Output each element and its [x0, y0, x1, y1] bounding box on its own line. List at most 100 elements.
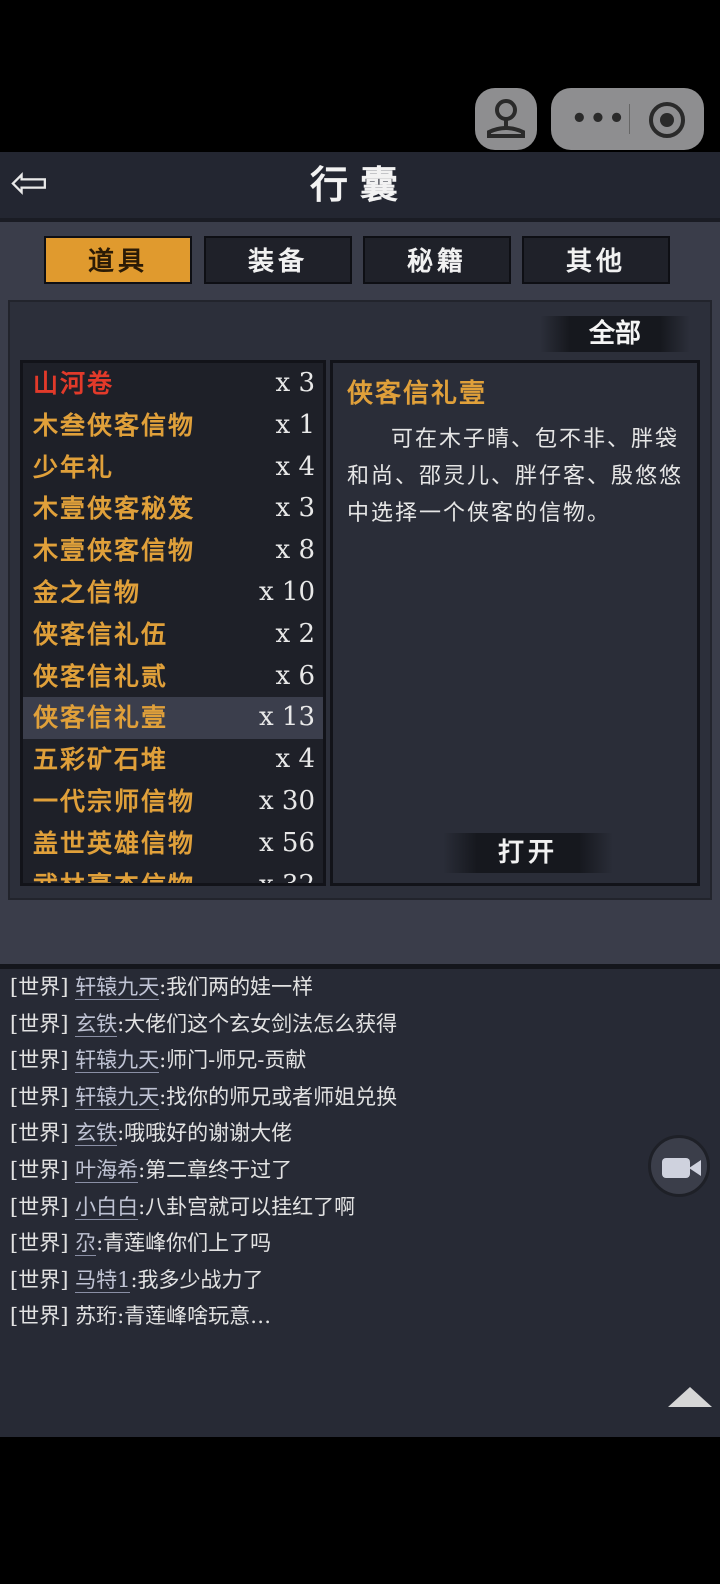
record-icon[interactable] — [649, 102, 685, 138]
tab-equipment[interactable]: 装备 — [204, 236, 352, 284]
chat-text: :青莲峰啥玩意… — [117, 1304, 272, 1329]
item-quantity: x 6 — [275, 660, 315, 691]
list-item[interactable]: 木叁侠客信物 x 1 — [23, 405, 323, 447]
chat-message: [世界] 轩辕九天:找你的师兄或者师姐兑换 — [0, 1079, 720, 1116]
item-name: 盖世英雄信物 — [33, 828, 196, 858]
list-item[interactable]: 武林豪杰信物 x 32 — [23, 865, 323, 886]
item-quantity: x 13 — [258, 702, 315, 733]
item-quantity: x 4 — [275, 744, 315, 775]
chat-channel: [世界] — [10, 1231, 69, 1256]
detail-item-name: 侠客信礼壹 — [347, 379, 488, 409]
item-name: 侠客信礼壹 — [33, 703, 169, 733]
item-quantity: x 1 — [275, 409, 315, 440]
title-bar: ⇦ 行囊 — [0, 152, 720, 222]
item-detail-panel: 侠客信礼壹 可在木子晴、包不非、胖袋和尚、邵灵儿、胖仔客、殷悠悠中选择一个侠客的… — [330, 360, 700, 886]
chat-text: :第二章终于过了 — [138, 1157, 293, 1182]
item-quantity: x 3 — [275, 493, 315, 524]
item-quantity: x 32 — [258, 869, 315, 886]
chat-message: [世界] 玄铁:大佬们这个玄女剑法怎么获得 — [0, 1006, 720, 1043]
chat-sender[interactable]: 尕 — [75, 1231, 97, 1257]
game-joystick-button[interactable] — [475, 88, 537, 150]
list-item[interactable]: 侠客信礼伍 x 2 — [23, 614, 323, 656]
item-name: 木壹侠客秘笈 — [33, 494, 196, 524]
list-item[interactable]: 金之信物 x 10 — [23, 572, 323, 614]
list-item[interactable]: 木壹侠客秘笈 x 3 — [23, 488, 323, 530]
chat-sender[interactable]: 轩辕九天 — [75, 975, 160, 1000]
item-quantity: x 56 — [258, 827, 315, 858]
item-name: 武林豪杰信物 — [33, 870, 196, 886]
open-button[interactable]: 打开 — [443, 833, 613, 873]
chat-message: [世界] 玄铁:哦哦好的谢谢大佬 — [0, 1115, 720, 1152]
list-item[interactable]: 盖世英雄信物 x 56 — [23, 823, 323, 865]
item-name: 山河卷 — [33, 369, 115, 398]
chat-channel: [世界] — [10, 1194, 69, 1219]
detail-description: 可在木子晴、包不非、胖袋和尚、邵灵儿、胖仔客、殷悠悠中选择一个侠客的信物。 — [347, 427, 684, 526]
chat-text: :我多少战力了 — [130, 1267, 264, 1292]
chat-sender[interactable]: 马特1 — [75, 1267, 131, 1293]
list-item[interactable]: 侠客信礼贰 x 6 — [23, 656, 323, 698]
chat-message: [世界] 苏珩:青莲峰啥玩意… — [0, 1298, 720, 1335]
chat-sender[interactable]: 玄铁 — [75, 1121, 118, 1147]
capsule-divider — [629, 104, 630, 134]
item-quantity: x 10 — [258, 576, 315, 607]
page-title: 行囊 — [309, 162, 410, 207]
chat-sender[interactable]: 轩辕九天 — [75, 1084, 160, 1110]
chat-sender[interactable]: 小白白 — [75, 1194, 139, 1220]
chat-channel: [世界] — [10, 1121, 69, 1146]
list-item-selected[interactable]: 侠客信礼壹 x 13 — [23, 697, 323, 740]
item-name: 五彩矿石堆 — [33, 745, 169, 775]
chat-message: [世界] 轩辕九天:我们两的娃一样 — [0, 969, 720, 1006]
item-name: 侠客信礼伍 — [33, 619, 169, 649]
chat-channel: [世界] — [10, 975, 69, 999]
chat-sender[interactable]: 玄铁 — [75, 1011, 118, 1037]
chat-channel: [世界] — [10, 1011, 69, 1036]
item-quantity: x 30 — [258, 785, 315, 816]
chat-text: :大佬们这个玄女剑法怎么获得 — [117, 1011, 398, 1036]
item-list[interactable]: 山河卷 x 3 木叁侠客信物 x 1 少年礼 x 4 木壹侠客秘笈 x 3 木壹侠客信物… — [20, 360, 326, 886]
list-item[interactable]: 一代宗师信物 x 30 — [23, 781, 323, 823]
chat-sender[interactable]: 叶海希 — [75, 1157, 139, 1183]
chat-channel: [世界] — [10, 1267, 69, 1292]
tab-manuals[interactable]: 秘籍 — [363, 236, 511, 284]
chat-text: :青莲峰你们上了吗 — [96, 1231, 272, 1256]
joystick-icon — [487, 99, 525, 138]
chat-text: :哦哦好的谢谢大佬 — [117, 1121, 293, 1146]
item-quantity: x 3 — [275, 368, 315, 398]
chat-channel: [世界] — [10, 1157, 69, 1182]
chat-text: :师门-师兄-贡献 — [159, 1048, 307, 1073]
chat-sender[interactable]: 轩辕九天 — [75, 1048, 160, 1074]
chat-sender[interactable]: 苏珩 — [75, 1304, 117, 1328]
item-quantity: x 4 — [275, 451, 315, 482]
chat-message: [世界] 马特1:我多少战力了 — [0, 1262, 720, 1299]
category-tabs: 道具 装备 秘籍 其他 — [44, 236, 674, 286]
chat-message: [世界] 叶海希:第二章终于过了 — [0, 1152, 720, 1189]
triangle-up-icon[interactable] — [668, 1387, 712, 1407]
item-name: 一代宗师信物 — [33, 786, 196, 816]
filter-all-button[interactable]: 全部 — [540, 316, 690, 352]
chat-channel: [世界] — [10, 1084, 69, 1109]
inventory-screen: ⇦ 行囊 道具 装备 秘籍 其他 全部 山河卷 x 3 木叁侠客信物 x 1 少年礼… — [0, 152, 720, 1437]
item-quantity: x 8 — [275, 535, 315, 566]
chat-message: [世界] 尕:青莲峰你们上了吗 — [0, 1225, 720, 1262]
chat-channel: [世界] — [10, 1304, 69, 1329]
item-name: 少年礼 — [33, 452, 115, 482]
world-chat[interactable]: [世界] 轩辕九天:我们两的娃一样 [世界] 玄铁:大佬们这个玄女剑法怎么获得 … — [0, 964, 720, 1437]
capsule-menu: ••• — [551, 88, 704, 150]
list-item[interactable]: 少年礼 x 4 — [23, 447, 323, 489]
inventory-panel: 全部 山河卷 x 3 木叁侠客信物 x 1 少年礼 x 4 木壹侠客秘笈 x 3 木壹侠… — [8, 300, 712, 900]
list-item[interactable]: 山河卷 x 3 — [23, 363, 323, 405]
item-name: 侠客信礼贰 — [33, 661, 169, 691]
chat-message: [世界] 小白白:八卦宫就可以挂红了啊 — [0, 1189, 720, 1226]
chat-channel: [世界] — [10, 1048, 69, 1073]
list-item[interactable]: 五彩矿石堆 x 4 — [23, 739, 323, 781]
chat-text: :八卦宫就可以挂红了啊 — [138, 1194, 356, 1219]
chat-text: :找你的师兄或者师姐兑换 — [159, 1084, 398, 1109]
video-camera-button[interactable] — [648, 1135, 710, 1197]
chat-text: :我们两的娃一样 — [159, 975, 314, 999]
video-camera-icon — [662, 1158, 690, 1178]
tab-items[interactable]: 道具 — [44, 236, 192, 284]
more-icon[interactable]: ••• — [571, 88, 625, 150]
tab-other[interactable]: 其他 — [522, 236, 670, 284]
list-item[interactable]: 木壹侠客信物 x 8 — [23, 530, 323, 572]
item-name: 木壹侠客信物 — [33, 536, 196, 566]
